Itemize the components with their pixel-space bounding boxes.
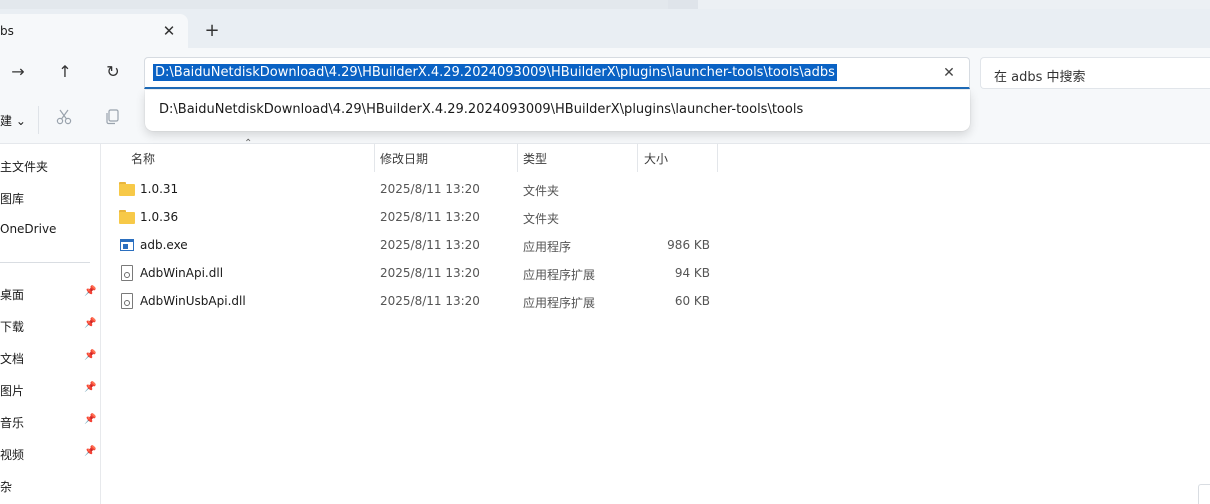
file-name: AdbWinUsbApi.dll [140, 294, 246, 308]
sidebar-item-label: 图库 [0, 192, 25, 206]
file-modified: 2025/8/11 13:20 [380, 266, 480, 280]
tab-title: bs [0, 24, 14, 38]
column-header-label: 名称 [131, 152, 156, 166]
new-tab-icon[interactable]: + [201, 20, 223, 42]
address-input[interactable]: D:\BaiduNetdiskDownload\4.29\HBuilderX.4… [153, 64, 837, 81]
sidebar-item-pictures[interactable]: 图片 📌 [0, 377, 100, 401]
address-suggestions-dropdown: D:\BaiduNetdiskDownload\4.29\HBuilderX.4… [145, 90, 970, 131]
column-divider[interactable] [717, 144, 718, 172]
clear-address-icon[interactable]: ✕ [939, 63, 959, 83]
file-list: ⌃ 名称 修改日期 类型 大小 1.0.31 2025/8/11 13:20 文… [102, 138, 1210, 504]
sidebar-item-label: OneDrive [0, 222, 57, 236]
sidebar-item-desktop[interactable]: 桌面 📌 [0, 281, 100, 305]
column-header-modified[interactable]: 修改日期 [374, 144, 517, 172]
address-suggestion-item[interactable]: D:\BaiduNetdiskDownload\4.29\HBuilderX.4… [159, 102, 803, 117]
pin-icon: 📌 [84, 382, 97, 393]
file-type: 应用程序扩展 [523, 268, 596, 282]
file-type: 应用程序 [523, 240, 572, 254]
sidebar-item-misc[interactable]: 杂 [0, 473, 100, 497]
search-input[interactable]: 在 adbs 中搜索 [994, 66, 1086, 85]
inactive-window-strip-right [698, 0, 1210, 9]
folder-icon [119, 181, 135, 197]
sidebar-item-onedrive[interactable]: OneDrive [0, 217, 100, 241]
file-row[interactable]: AdbWinApi.dll 2025/8/11 13:20 应用程序扩展 94 … [102, 259, 1210, 287]
new-button-label: 建 [0, 114, 13, 128]
scissors-icon[interactable] [52, 108, 76, 132]
sidebar-item-videos[interactable]: 视频 📌 [0, 441, 100, 465]
search-box[interactable]: 在 adbs 中搜索 [980, 57, 1210, 89]
column-header-label: 类型 [523, 152, 548, 166]
sidebar-item-documents[interactable]: 文档 📌 [0, 345, 100, 369]
toolbar-divider [38, 106, 39, 134]
pin-icon: 📌 [84, 318, 97, 329]
file-modified: 2025/8/11 13:20 [380, 182, 480, 196]
file-type: 应用程序扩展 [523, 296, 596, 310]
address-bar[interactable]: D:\BaiduNetdiskDownload\4.29\HBuilderX.4… [144, 57, 970, 89]
pin-icon: 📌 [84, 350, 97, 361]
title-bar: bs ✕ + [0, 0, 1210, 48]
sidebar-item-label: 音乐 [0, 416, 25, 430]
pin-icon: 📌 [84, 414, 97, 425]
sidebar-item-label: 主文件夹 [0, 160, 49, 174]
file-name: 1.0.31 [140, 182, 179, 196]
file-row[interactable]: 1.0.31 2025/8/11 13:20 文件夹 [102, 175, 1210, 203]
sidebar-item-label: 下载 [0, 320, 25, 334]
file-name: 1.0.36 [140, 210, 179, 224]
title-bar-strip [0, 0, 1210, 9]
column-header-type[interactable]: 类型 [517, 144, 637, 172]
dll-file-icon [119, 265, 135, 281]
sidebar-item-home[interactable]: 主文件夹 [0, 153, 100, 177]
file-type: 文件夹 [523, 184, 560, 198]
window-corner [1198, 484, 1210, 504]
refresh-icon[interactable]: ↻ [99, 59, 127, 85]
column-header-label: 大小 [644, 152, 669, 166]
sidebar-item-label: 杂 [0, 480, 13, 494]
address-row: → ↑ ↻ D:\BaiduNetdiskDownload\4.29\HBuil… [0, 48, 1210, 96]
file-row[interactable]: adb.exe 2025/8/11 13:20 应用程序 986 KB [102, 231, 1210, 259]
file-row[interactable]: AdbWinUsbApi.dll 2025/8/11 13:20 应用程序扩展 … [102, 287, 1210, 315]
pin-icon: 📌 [84, 286, 97, 297]
column-header-label: 修改日期 [380, 152, 429, 166]
navigation-pane: 主文件夹 图库 OneDrive 桌面 📌 下载 📌 文档 📌 图片 📌 音乐 … [0, 144, 101, 504]
sidebar-divider [0, 262, 90, 263]
dll-file-icon [119, 293, 135, 309]
new-button[interactable]: 建 ⌄ [0, 112, 26, 129]
copy-icon-graphic [106, 109, 119, 125]
copy-icon[interactable] [100, 108, 124, 132]
file-name: adb.exe [140, 238, 188, 252]
file-size: 60 KB [674, 294, 710, 308]
inactive-window-strip [0, 0, 668, 9]
file-modified: 2025/8/11 13:20 [380, 294, 480, 308]
file-size: 986 KB [667, 238, 710, 252]
sidebar-item-label: 桌面 [0, 288, 25, 302]
sidebar-item-label: 图片 [0, 384, 25, 398]
file-modified: 2025/8/11 13:20 [380, 210, 480, 224]
sidebar-item-label: 视频 [0, 448, 25, 462]
file-size: 94 KB [674, 266, 710, 280]
sidebar-item-downloads[interactable]: 下载 📌 [0, 313, 100, 337]
file-name: AdbWinApi.dll [140, 266, 224, 280]
folder-icon [119, 209, 135, 225]
scissors-icon-graphic [56, 109, 72, 125]
column-header-size[interactable]: 大小 [637, 144, 717, 172]
sidebar-item-music[interactable]: 音乐 📌 [0, 409, 100, 433]
pin-icon: 📌 [84, 446, 97, 457]
up-icon[interactable]: ↑ [51, 59, 79, 85]
forward-icon[interactable]: → [4, 59, 32, 85]
sidebar-item-label: 文档 [0, 352, 25, 366]
tab-close-icon[interactable]: ✕ [158, 20, 180, 42]
file-modified: 2025/8/11 13:20 [380, 238, 480, 252]
tab-active[interactable]: bs ✕ [0, 14, 188, 48]
column-header-name[interactable]: 名称 [102, 144, 374, 172]
sidebar-item-gallery[interactable]: 图库 [0, 185, 100, 209]
chevron-down-icon: ⌄ [15, 114, 26, 128]
file-row[interactable]: 1.0.36 2025/8/11 13:20 文件夹 [102, 203, 1210, 231]
application-icon [119, 237, 135, 253]
file-type: 文件夹 [523, 212, 560, 226]
